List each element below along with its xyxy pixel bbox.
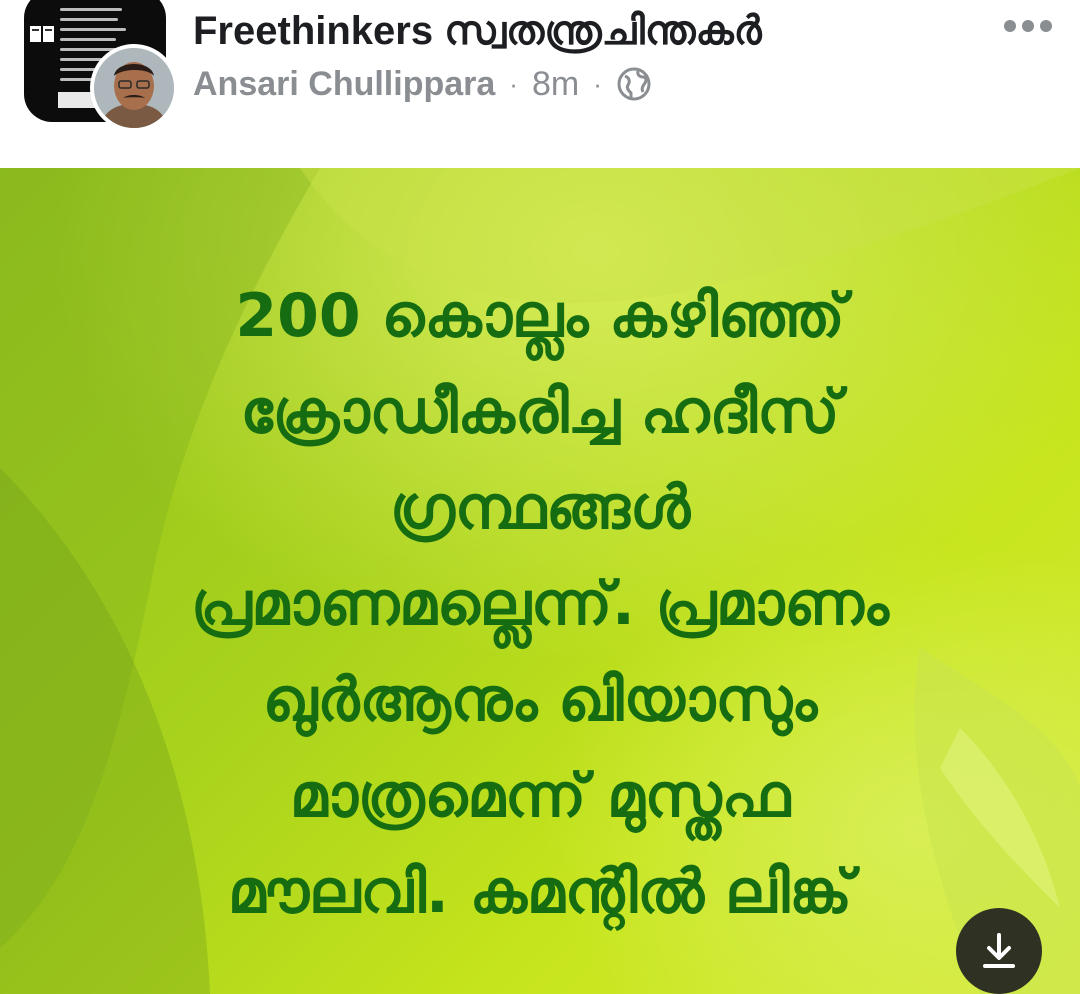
post-time[interactable]: 8m	[532, 65, 579, 104]
facebook-post: Freethinkers സ്വതന്ത്രചിന്തകർ Ansari Chu…	[0, 0, 1080, 994]
post-meta: Ansari Chullippara · 8m ·	[193, 62, 652, 106]
caption-line: മാത്രമെന്ന് മുസ്തഫ	[289, 761, 791, 831]
more-options-button[interactable]	[996, 6, 1060, 46]
author-avatar[interactable]	[90, 44, 178, 132]
globe-icon	[617, 67, 651, 101]
post-image[interactable]: 200 കൊല്ലം കഴിഞ്ഞ് ക്രോഡീകരിച്ച ഹദീസ് ഗ്…	[0, 168, 1080, 994]
book-icon	[30, 26, 54, 42]
caption-line: മൗലവി. കമന്റിൽ ലിങ്ക്	[227, 857, 853, 927]
download-button[interactable]	[956, 908, 1042, 994]
download-icon	[983, 933, 1015, 968]
author-photo	[94, 48, 174, 128]
meta-separator: ·	[593, 68, 602, 99]
more-horizontal-icon	[1004, 20, 1016, 32]
meta-separator: ·	[509, 68, 518, 99]
caption-line: ഗ്രന്ഥങ്ങൾ	[389, 473, 691, 543]
image-caption: 200 കൊല്ലം കഴിഞ്ഞ് ക്രോഡീകരിച്ച ഹദീസ് ഗ്…	[40, 268, 1040, 940]
post-header: Freethinkers സ്വതന്ത്രചിന്തകർ Ansari Chu…	[0, 0, 1080, 168]
caption-line: ഖുർആനും ഖിയാസും	[262, 665, 818, 735]
group-name[interactable]: Freethinkers സ്വതന്ത്രചിന്തകർ	[193, 6, 762, 56]
author-name[interactable]: Ansari Chullippara	[193, 65, 495, 104]
caption-line: പ്രമാണമല്ലെന്ന്. പ്രമാണം	[191, 569, 889, 639]
caption-line: 200 കൊല്ലം കഴിഞ്ഞ്	[235, 281, 845, 351]
caption-line: ക്രോഡീകരിച്ച ഹദീസ്	[240, 377, 840, 447]
